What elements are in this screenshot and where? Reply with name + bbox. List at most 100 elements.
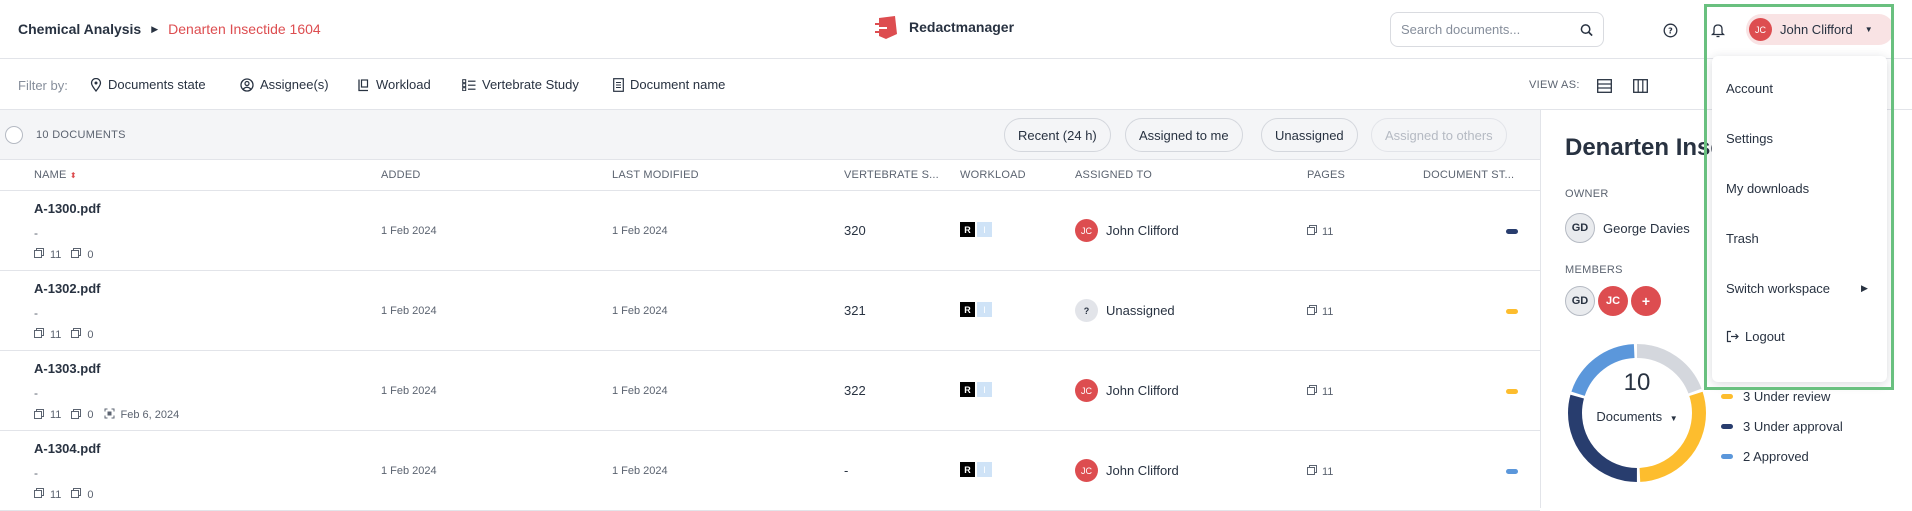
file-name[interactable]: A-1302.pdf bbox=[34, 281, 100, 296]
breadcrumb: Chemical Analysis ▶ Denarten Insectide 1… bbox=[18, 21, 321, 37]
added-date: 1 Feb 2024 bbox=[381, 225, 437, 237]
members-list: GD JC + bbox=[1565, 286, 1661, 316]
table-row[interactable]: A-1303.pdf - 11 0 Feb 6, 2024 1 Feb 2024… bbox=[0, 351, 1540, 431]
filter-assignees[interactable]: Assignee(s) bbox=[240, 77, 329, 92]
page-count: 11 bbox=[50, 488, 62, 501]
owner-label: OWNER bbox=[1565, 188, 1609, 200]
filter-documents-state[interactable]: Documents state bbox=[90, 77, 206, 92]
avatar[interactable]: JC bbox=[1598, 286, 1628, 316]
board-view-icon[interactable] bbox=[1630, 76, 1650, 96]
quick-filter-assigned-to-others[interactable]: Assigned to others bbox=[1371, 118, 1507, 152]
scan-icon bbox=[104, 408, 115, 422]
column-vertebrate-study[interactable]: VERTEBRATE S... bbox=[844, 169, 939, 181]
filter-label: Filter by: bbox=[18, 78, 68, 93]
pages-cell: 11 bbox=[1307, 305, 1333, 318]
column-name[interactable]: NAME ⬍ bbox=[34, 169, 77, 181]
workload-r-badge: R bbox=[960, 382, 975, 397]
search-input[interactable] bbox=[1401, 22, 1580, 37]
pages-icon bbox=[1307, 305, 1317, 318]
column-assigned-to[interactable]: ASSIGNED TO bbox=[1075, 169, 1152, 181]
filter-document-name[interactable]: Document name bbox=[613, 77, 725, 92]
vertebrate-study-value: - bbox=[844, 463, 849, 478]
help-icon[interactable]: ? bbox=[1657, 17, 1683, 43]
select-all-checkbox[interactable] bbox=[5, 126, 23, 144]
column-added[interactable]: ADDED bbox=[381, 169, 421, 181]
file-extra-date: Feb 6, 2024 bbox=[120, 409, 180, 421]
page-count: 11 bbox=[50, 409, 62, 421]
avatar: GD bbox=[1565, 213, 1595, 243]
column-last-modified[interactable]: LAST MODIFIED bbox=[612, 169, 699, 181]
page-count: 11 bbox=[50, 248, 62, 261]
table-header: NAME ⬍ ADDED LAST MODIFIED VERTEBRATE S.… bbox=[0, 160, 1540, 191]
table-row[interactable]: A-1302.pdf - 11 0 1 Feb 2024 1 Feb 2024 … bbox=[0, 271, 1540, 351]
status-indicator bbox=[1506, 389, 1518, 394]
filter-label-text: Vertebrate Study bbox=[482, 77, 579, 92]
added-date: 1 Feb 2024 bbox=[381, 305, 437, 317]
assignee-name: John Clifford bbox=[1106, 223, 1179, 238]
file-subtitle: - bbox=[34, 306, 38, 320]
members-label: MEMBERS bbox=[1565, 264, 1623, 276]
added-date: 1 Feb 2024 bbox=[381, 465, 437, 477]
legend-item: 2 Approved bbox=[1721, 449, 1809, 464]
status-indicator bbox=[1506, 229, 1518, 234]
avatar[interactable]: GD bbox=[1565, 286, 1595, 316]
assignee[interactable]: JC John Clifford bbox=[1075, 379, 1179, 402]
file-name[interactable]: A-1300.pdf bbox=[34, 201, 100, 216]
quick-filter-unassigned[interactable]: Unassigned bbox=[1261, 118, 1358, 152]
assignee[interactable]: JC John Clifford bbox=[1075, 219, 1179, 242]
column-document-status[interactable]: DOCUMENT ST... bbox=[1423, 169, 1514, 181]
modified-date: 1 Feb 2024 bbox=[612, 225, 668, 237]
annotation-count: 0 bbox=[87, 409, 94, 421]
filter-label-text: Assignee(s) bbox=[260, 77, 329, 92]
logo-icon bbox=[875, 16, 897, 39]
file-meta: 11 0 bbox=[34, 488, 94, 501]
pages-icon bbox=[1307, 385, 1317, 398]
file-name[interactable]: A-1304.pdf bbox=[34, 441, 100, 456]
table-row[interactable]: A-1304.pdf - 11 0 1 Feb 2024 1 Feb 2024 … bbox=[0, 431, 1540, 511]
table-row[interactable]: A-1300.pdf - 11 0 1 Feb 2024 1 Feb 2024 … bbox=[0, 191, 1540, 271]
list-toolbar: 10 DOCUMENTS Recent (24 h) Assigned to m… bbox=[0, 110, 1540, 160]
file-subtitle: - bbox=[34, 466, 38, 480]
annotation-count: 0 bbox=[87, 248, 94, 261]
filter-vertebrate-study[interactable]: Vertebrate Study bbox=[462, 77, 579, 92]
breadcrumb-root[interactable]: Chemical Analysis bbox=[18, 21, 141, 37]
annotations-icon bbox=[71, 488, 82, 501]
status-indicator bbox=[1506, 469, 1518, 474]
pages-cell: 11 bbox=[1307, 465, 1333, 478]
owner-name: George Davies bbox=[1603, 220, 1690, 236]
add-member-button[interactable]: + bbox=[1631, 286, 1661, 316]
modified-date: 1 Feb 2024 bbox=[612, 465, 668, 477]
assignee[interactable]: ? Unassigned bbox=[1075, 299, 1175, 322]
app-logo[interactable]: Redactmanager bbox=[873, 14, 1014, 40]
breadcrumb-current[interactable]: Denarten Insectide 1604 bbox=[168, 21, 321, 37]
workload-badges: R I bbox=[960, 382, 992, 397]
legend-swatch bbox=[1721, 394, 1733, 399]
location-pin-icon bbox=[90, 77, 102, 92]
assignee-name: Unassigned bbox=[1106, 303, 1175, 318]
list-view-icon[interactable] bbox=[1594, 76, 1614, 96]
column-pages[interactable]: PAGES bbox=[1307, 169, 1345, 181]
pages-count: 11 bbox=[1322, 385, 1334, 398]
pages-count: 11 bbox=[1322, 225, 1334, 238]
donut-label-dropdown[interactable]: Documents ▼ bbox=[1562, 409, 1712, 424]
file-subtitle: - bbox=[34, 386, 38, 400]
dropdown-highlight-frame bbox=[1704, 4, 1894, 390]
column-workload[interactable]: WORKLOAD bbox=[960, 169, 1026, 181]
pages-count: 11 bbox=[1322, 305, 1334, 318]
filter-workload[interactable]: Workload bbox=[357, 77, 431, 92]
sort-icon[interactable]: ⬍ bbox=[70, 171, 77, 180]
quick-filter-assigned-to-me[interactable]: Assigned to me bbox=[1125, 118, 1243, 152]
assignee-name: John Clifford bbox=[1106, 463, 1179, 478]
quick-filter-recent[interactable]: Recent (24 h) bbox=[1004, 118, 1111, 152]
filter-label-text: Workload bbox=[376, 77, 431, 92]
annotations-icon bbox=[71, 328, 82, 341]
filter-label-text: Document name bbox=[630, 77, 726, 92]
workload-i-badge: I bbox=[977, 462, 992, 477]
file-name[interactable]: A-1303.pdf bbox=[34, 361, 100, 376]
assignee-name: John Clifford bbox=[1106, 383, 1179, 398]
search-icon[interactable] bbox=[1580, 23, 1593, 37]
legend-item: 3 Under approval bbox=[1721, 419, 1843, 434]
workload-r-badge: R bbox=[960, 222, 975, 237]
breadcrumb-separator-icon: ▶ bbox=[151, 23, 159, 34]
assignee[interactable]: JC John Clifford bbox=[1075, 459, 1179, 482]
